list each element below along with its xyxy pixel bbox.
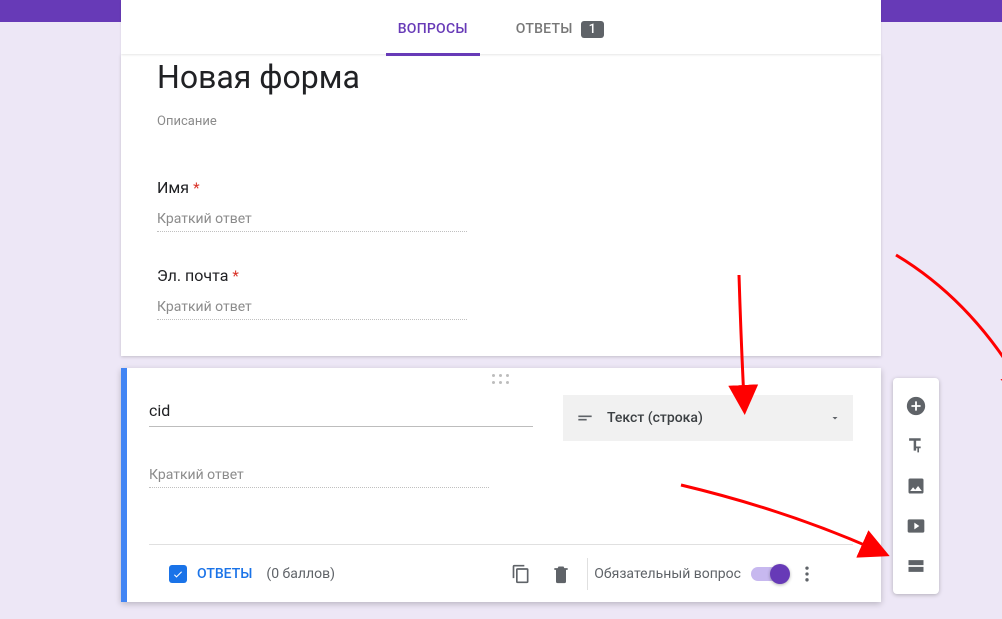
form-description[interactable]: Описание (157, 114, 845, 129)
trash-icon (551, 564, 571, 584)
annotation-arrow (676, 480, 906, 570)
delete-button[interactable] (541, 554, 581, 594)
answers-count-badge: 1 (581, 21, 605, 38)
question-title-input[interactable] (149, 395, 533, 427)
copy-icon (511, 564, 531, 584)
answer-placeholder: Краткий ответ (149, 467, 489, 488)
annotation-arrow (881, 250, 1002, 410)
divider (587, 558, 588, 590)
required-star: * (232, 267, 238, 285)
answer-placeholder: Краткий ответ (157, 299, 467, 320)
annotation-arrow (669, 270, 789, 420)
answer-key-points: (0 баллов) (266, 566, 335, 582)
section-icon (906, 556, 926, 576)
tab-answers[interactable]: ОТВЕТЫ 1 (512, 2, 609, 56)
video-icon (906, 516, 926, 536)
answer-key-icon (169, 565, 187, 583)
form-builder-container: ВОПРОСЫ ОТВЕТЫ 1 Новая форма Описание Им… (121, 0, 881, 602)
tab-answers-label: ОТВЕТЫ (516, 21, 573, 37)
form-title[interactable]: Новая форма (157, 54, 845, 96)
question-title: Эл. почта (157, 266, 228, 285)
active-accent-bar (121, 368, 127, 602)
image-icon (906, 476, 926, 496)
tab-questions[interactable]: ВОПРОСЫ (394, 2, 472, 56)
dropdown-caret-icon (829, 412, 841, 424)
tabs-bar: ВОПРОСЫ ОТВЕТЫ 1 (121, 0, 881, 54)
question-title: Имя (157, 178, 189, 197)
answer-key-label: ОТВЕТЫ (197, 566, 252, 582)
question-block-name: Имя * Краткий ответ (157, 150, 845, 238)
title-icon (905, 435, 927, 457)
duplicate-button[interactable] (501, 554, 541, 594)
short-text-icon (575, 408, 595, 428)
answer-key-button[interactable]: ОТВЕТЫ (0 баллов) (169, 565, 335, 583)
answer-placeholder: Краткий ответ (157, 211, 467, 232)
add-title-button[interactable] (893, 426, 939, 466)
required-star: * (193, 179, 199, 197)
